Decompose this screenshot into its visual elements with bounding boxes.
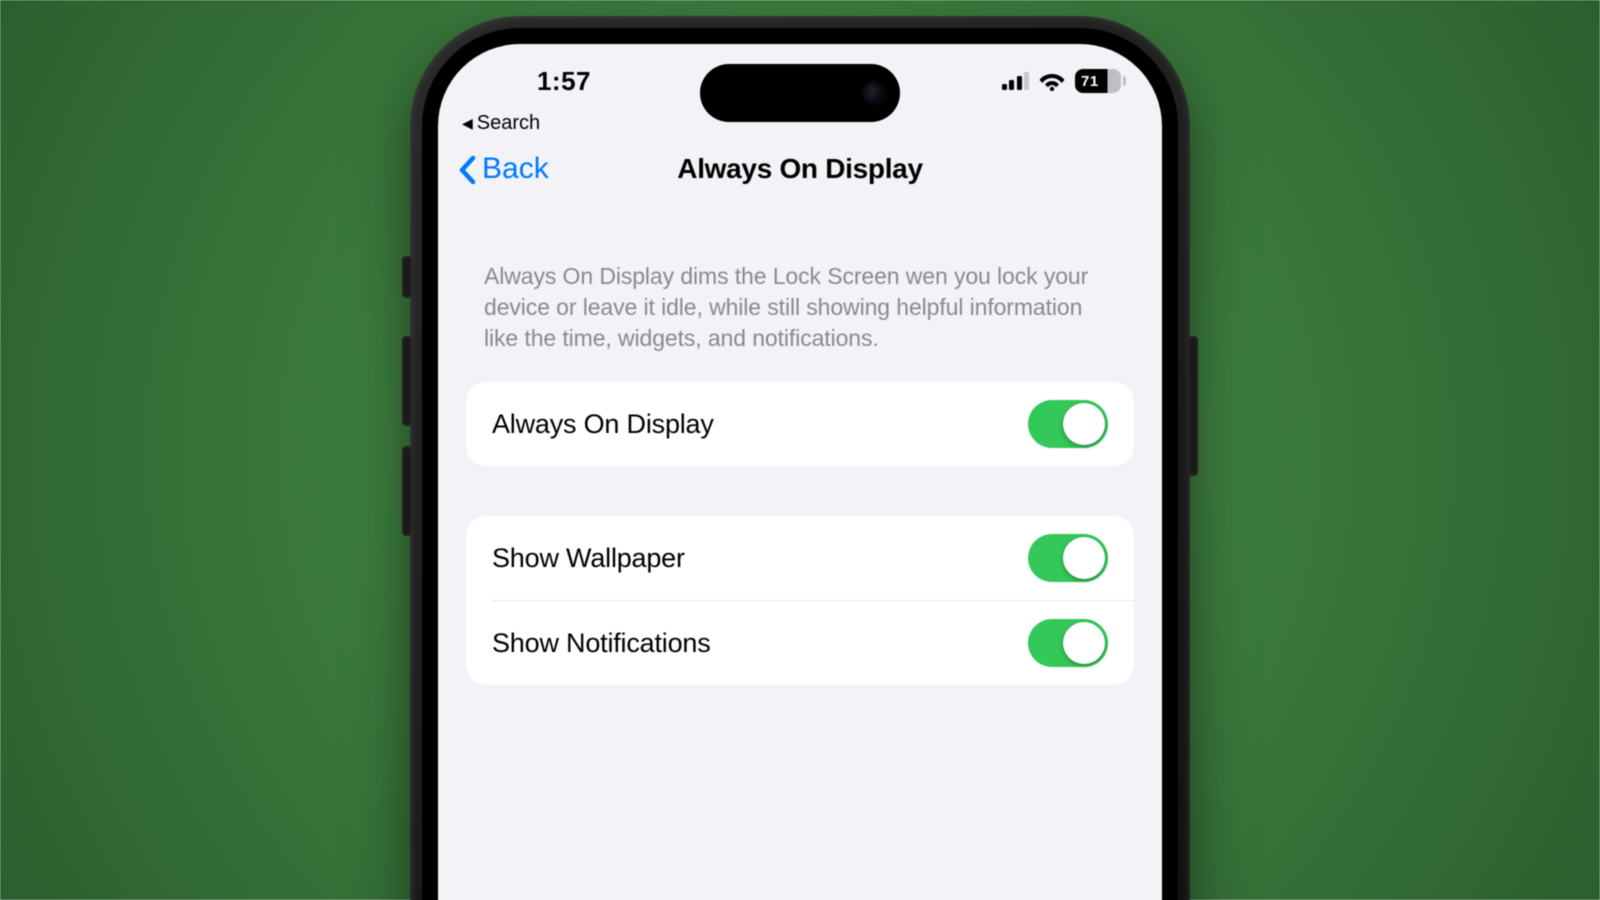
battery-indicator: 71 [1075,69,1126,93]
dynamic-island [700,64,900,122]
power-button [1188,336,1198,476]
row-label: Always On Display [492,409,714,440]
cellular-signal-icon [1002,72,1030,90]
toggle-knob [1063,537,1105,579]
toggle-show-notifications[interactable] [1028,619,1108,667]
phone-screen: 1:57 71 [438,44,1162,900]
volume-down-button [402,446,412,536]
phone-frame: 1:57 71 [410,16,1190,900]
row-always-on-display: Always On Display [466,382,1134,466]
phone-bezel: 1:57 71 [422,28,1178,900]
row-label: Show Notifications [492,628,711,659]
toggle-knob [1063,622,1105,664]
settings-group-options: Show Wallpaper Show Notifications [466,516,1134,685]
silent-switch [402,256,412,298]
wifi-icon [1039,71,1065,91]
settings-group-main: Always On Display [466,382,1134,466]
row-show-wallpaper: Show Wallpaper [466,516,1134,600]
volume-up-button [402,336,412,426]
front-camera-icon [864,83,884,103]
row-show-notifications: Show Notifications [466,601,1134,685]
battery-percent: 71 [1081,73,1099,90]
back-button-label: Back [482,152,549,186]
navigation-bar: Back Always On Display [438,137,1162,201]
toggle-always-on-display[interactable] [1028,400,1108,448]
settings-content: Always On Display dims the Lock Screen w… [438,201,1162,685]
breadcrumb-label: Search [477,112,540,135]
back-triangle-icon: ◀ [462,115,473,132]
toggle-knob [1063,403,1105,445]
chevron-left-icon [458,155,478,185]
section-description: Always On Display dims the Lock Screen w… [466,261,1134,382]
toggle-show-wallpaper[interactable] [1028,534,1108,582]
status-time: 1:57 [474,66,654,97]
back-button[interactable]: Back [458,137,549,201]
row-label: Show Wallpaper [492,543,685,574]
backdrop: 1:57 71 [0,0,1600,900]
page-title: Always On Display [677,153,922,185]
